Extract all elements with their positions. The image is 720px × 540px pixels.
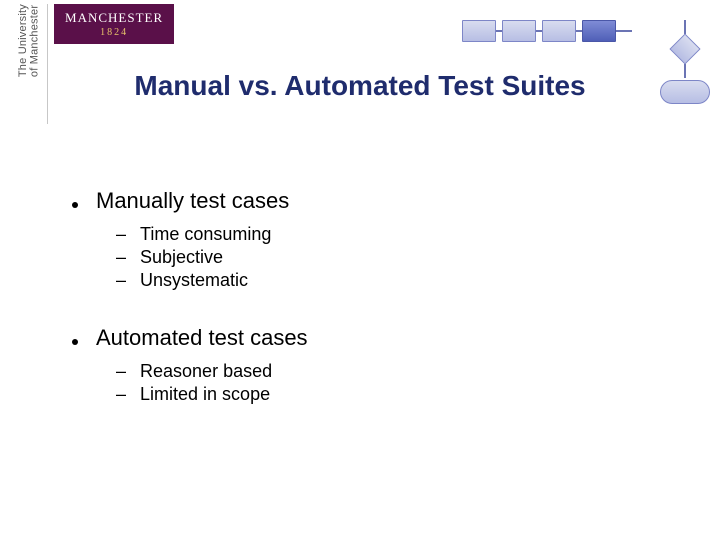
flow-step-active-icon (582, 20, 616, 42)
list-item: Time consuming (116, 224, 680, 245)
university-logo: The University of Manchester MANCHESTER … (14, 4, 174, 124)
bullet-icon (72, 339, 78, 345)
flow-step-icon (502, 20, 536, 42)
bullet-icon (72, 202, 78, 208)
flow-step-icon (462, 20, 496, 42)
logo-badge: MANCHESTER 1824 (54, 4, 174, 44)
flow-step-icon (542, 20, 576, 42)
logo-vertical-line2: of Manchester (29, 5, 41, 77)
list-item: Unsystematic (116, 270, 680, 291)
logo-wordmark: MANCHESTER (65, 10, 163, 26)
logo-divider (47, 4, 48, 124)
flow-decision-icon (669, 33, 700, 64)
list-item: Limited in scope (116, 384, 680, 405)
slide-body: Manually test cases Time consuming Subje… (72, 188, 680, 439)
logo-year: 1824 (100, 27, 128, 38)
list-item: Subjective (116, 247, 680, 268)
slide-title: Manual vs. Automated Test Suites (0, 70, 720, 102)
list-item: Reasoner based (116, 361, 680, 382)
section-heading: Automated test cases (96, 325, 308, 351)
logo-vertical-line1: The University (17, 4, 29, 77)
section-heading: Manually test cases (96, 188, 289, 214)
